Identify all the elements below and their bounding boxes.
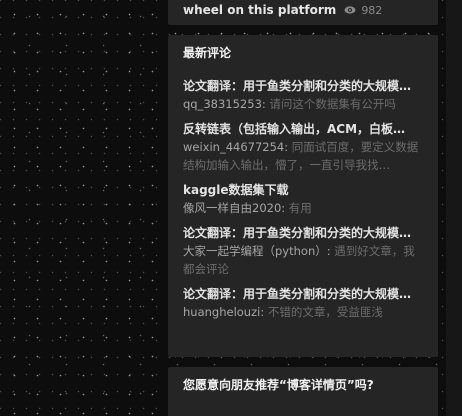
hot-article-card: wheel on this platform 982 (168, 0, 438, 25)
list-item: 反转链表（包括输入输出，ACM，白板… weixin_44677254: 同面试… (183, 120, 423, 174)
hot-article-title[interactable]: wheel on this platform (183, 3, 336, 17)
hot-article-row[interactable]: wheel on this platform 982 (183, 0, 382, 20)
list-item: 论文翻译：用于鱼类分割和分类的大规模… huanghelouzi: 不错的文章，… (183, 285, 423, 321)
recommend-heading: 您愿意向朋友推荐“博客详情页”吗? (183, 378, 374, 392)
eye-icon (344, 4, 356, 16)
comment-body: huanghelouzi: 不错的文章，受益匪浅 (183, 303, 423, 321)
recommend-card: 您愿意向朋友推荐“博客详情页”吗? (168, 367, 438, 416)
comment-user: weixin_44677254: (183, 140, 289, 154)
comment-list: 论文翻译：用于鱼类分割和分类的大规模… qq_38315253: 请问这个数据集… (183, 77, 423, 328)
comment-text: 不错的文章，受益匪浅 (267, 305, 383, 319)
list-item: kaggle数据集下载 像风一样自由2020: 有用 (183, 181, 423, 217)
comment-user: 大家一起学编程（python）: (183, 244, 331, 258)
comment-user: 像风一样自由2020: (183, 201, 286, 215)
comment-article-link[interactable]: kaggle数据集下载 (183, 181, 423, 199)
comment-body: qq_38315253: 请问这个数据集有公开吗 (183, 95, 423, 113)
comment-article-link[interactable]: 论文翻译：用于鱼类分割和分类的大规模… (183, 285, 423, 303)
list-item: 论文翻译：用于鱼类分割和分类的大规模… qq_38315253: 请问这个数据集… (183, 77, 423, 113)
latest-comments-heading: 最新评论 (183, 46, 232, 60)
comment-article-link[interactable]: 反转链表（包括输入输出，ACM，白板… (183, 120, 423, 138)
comment-article-link[interactable]: 论文翻译：用于鱼类分割和分类的大规模… (183, 77, 423, 95)
comment-body: weixin_44677254: 同面试百度，要定义数据结构加输入输出，懵了，一… (183, 138, 423, 174)
comment-body: 大家一起学编程（python）: 遇到好文章，我都会评论 (183, 242, 423, 278)
comment-article-link[interactable]: 论文翻译：用于鱼类分割和分类的大规模… (183, 224, 423, 242)
latest-comments-card: 最新评论 论文翻译：用于鱼类分割和分类的大规模… qq_38315253: 请问… (168, 35, 438, 357)
right-gutter (446, 0, 462, 416)
comment-user: huanghelouzi: (183, 305, 265, 319)
comment-text: 有用 (288, 201, 312, 215)
comment-user: qq_38315253: (183, 97, 266, 111)
list-item: 论文翻译：用于鱼类分割和分类的大规模… 大家一起学编程（python）: 遇到好… (183, 224, 423, 278)
view-count: 982 (361, 3, 383, 17)
page-background: wheel on this platform 982 最新评论 论文翻译：用于鱼… (0, 0, 462, 416)
comment-text: 请问这个数据集有公开吗 (269, 97, 396, 111)
comment-body: 像风一样自由2020: 有用 (183, 199, 423, 217)
